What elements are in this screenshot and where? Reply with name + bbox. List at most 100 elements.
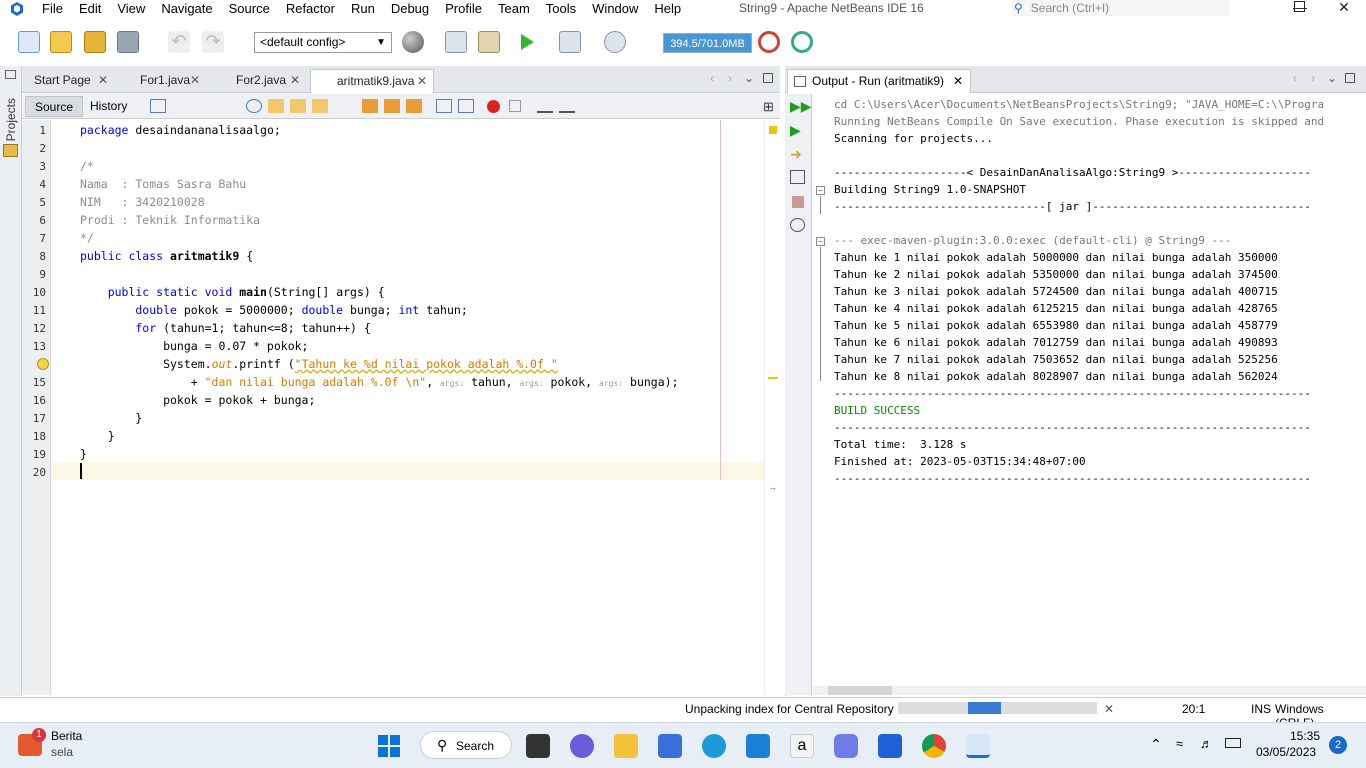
edge-icon[interactable] xyxy=(702,734,726,758)
memory-indicator[interactable]: 394.5/701.0MB xyxy=(663,33,752,53)
rerun-with-options-icon[interactable]: ▶ xyxy=(790,122,801,139)
close-icon[interactable]: ✕ xyxy=(190,69,200,91)
maximize-icon[interactable] xyxy=(1294,1,1305,12)
find-prev-icon[interactable] xyxy=(268,99,284,113)
restore-window-icon[interactable] xyxy=(5,70,16,79)
teams-chat-icon[interactable] xyxy=(570,734,594,758)
globe-icon[interactable] xyxy=(402,31,424,53)
amazon-icon[interactable]: a xyxy=(790,734,814,758)
shift-right-icon[interactable] xyxy=(458,99,474,113)
toggle-highlight-icon[interactable] xyxy=(312,99,328,113)
menu-source[interactable]: Source xyxy=(221,1,278,17)
notepad-icon[interactable] xyxy=(658,734,682,758)
profile-icon[interactable] xyxy=(604,31,626,53)
undo-icon[interactable]: ↶ xyxy=(168,31,190,53)
tab-output-run[interactable]: Output - Run (aritmatik9) ✕ xyxy=(787,69,972,93)
close-icon[interactable]: ✕ xyxy=(417,70,427,92)
stop-arrow-icon[interactable]: ➜ xyxy=(790,146,802,163)
history-button[interactable]: History xyxy=(81,96,136,117)
tab-scroll-left-icon[interactable]: ‹ xyxy=(710,71,714,85)
close-icon[interactable]: ✕ xyxy=(290,69,300,91)
debug-icon[interactable] xyxy=(559,31,581,53)
menu-profile[interactable]: Profile xyxy=(437,1,490,17)
stop-macro-icon[interactable] xyxy=(509,100,521,112)
file-explorer-icon[interactable] xyxy=(614,734,638,758)
new-project-icon[interactable] xyxy=(50,31,72,53)
next-bookmark-icon[interactable] xyxy=(384,99,400,113)
new-file-icon[interactable] xyxy=(18,31,40,53)
news-title[interactable]: Berita xyxy=(51,729,82,743)
dropbox-icon[interactable] xyxy=(878,734,902,758)
run-icon[interactable] xyxy=(516,31,538,53)
chrome-icon[interactable] xyxy=(922,734,946,758)
find-next-icon[interactable] xyxy=(290,99,306,113)
tab-aritmatik9[interactable]: aritmatik9.java ✕ xyxy=(310,69,434,93)
task-view-icon[interactable] xyxy=(526,734,550,758)
menu-navigate[interactable]: Navigate xyxy=(153,1,220,17)
wifi-icon[interactable]: ≈ xyxy=(1176,736,1183,751)
menu-file[interactable]: File xyxy=(34,1,71,17)
clean-build-icon[interactable] xyxy=(478,31,500,53)
stop-icon[interactable] xyxy=(792,196,804,208)
config-select[interactable]: <default config> ▼ xyxy=(254,32,392,53)
close-window-button[interactable]: ✕ xyxy=(1329,0,1359,14)
tab-for1[interactable]: For1.java ✕ xyxy=(114,69,206,93)
maximize-output-icon[interactable] xyxy=(1345,73,1355,83)
editor-error-stripe[interactable]: → xyxy=(764,120,780,695)
volume-icon[interactable]: ♬ xyxy=(1200,736,1213,751)
source-button[interactable]: Source xyxy=(25,96,84,117)
maximize-editor-icon[interactable] xyxy=(763,73,773,83)
menu-tools[interactable]: Tools xyxy=(538,1,584,17)
fold-toggle-icon[interactable]: − xyxy=(816,186,825,195)
find-icon[interactable] xyxy=(246,99,262,113)
record-macro-icon[interactable] xyxy=(487,100,500,113)
save-all-icon[interactable] xyxy=(117,31,139,53)
fold-toggle-icon[interactable]: − xyxy=(816,237,825,246)
tab-scroll-right-icon[interactable]: › xyxy=(1311,71,1315,85)
tab-list-icon[interactable]: ⌄ xyxy=(1327,71,1337,85)
tab-scroll-right-icon[interactable]: › xyxy=(728,71,732,85)
notification-badge[interactable]: 2 xyxy=(1329,736,1347,754)
close-icon[interactable]: ✕ xyxy=(98,69,108,91)
menu-view[interactable]: View xyxy=(109,1,153,17)
scrollbar-thumb[interactable] xyxy=(828,686,892,695)
comment-icon[interactable] xyxy=(537,99,553,113)
toggle-bookmark-icon[interactable] xyxy=(406,99,422,113)
netbeans-taskbar-icon[interactable] xyxy=(966,734,990,758)
gc-icon[interactable] xyxy=(758,31,780,53)
settings-icon[interactable] xyxy=(790,218,805,232)
rerun-icon[interactable]: ▶▶ xyxy=(790,98,812,115)
warning-marker-icon[interactable] xyxy=(769,126,777,134)
uncomment-icon[interactable] xyxy=(559,99,575,113)
inspect-icon[interactable] xyxy=(790,170,805,184)
prev-bookmark-icon[interactable] xyxy=(362,99,378,113)
menu-window[interactable]: Window xyxy=(584,1,646,17)
menu-team[interactable]: Team xyxy=(490,1,538,17)
build-hammer-icon[interactable] xyxy=(445,31,467,53)
tab-start-page[interactable]: Start Page ✕ xyxy=(22,69,114,93)
menu-refactor[interactable]: Refactor xyxy=(278,1,343,17)
projects-tab[interactable]: Projects xyxy=(4,98,18,141)
redo-icon[interactable]: ↷ xyxy=(202,31,224,53)
clock-time[interactable]: 15:35 xyxy=(1290,729,1320,743)
tab-list-icon[interactable]: ⌄ xyxy=(744,71,754,85)
projects-folder-icon[interactable] xyxy=(3,144,18,157)
cancel-task-icon[interactable]: ✕ xyxy=(1104,702,1114,716)
warning-line-marker[interactable] xyxy=(768,377,778,379)
shift-left-icon[interactable] xyxy=(436,99,452,113)
output-horizontal-scrollbar[interactable] xyxy=(813,686,1366,695)
search-input[interactable]: ⚲ Search (Ctrl+I) xyxy=(1012,0,1230,16)
clock-date[interactable]: 03/05/2023 xyxy=(1256,745,1316,759)
tab-scroll-left-icon[interactable]: ‹ xyxy=(1293,71,1297,85)
menu-run[interactable]: Run xyxy=(343,1,383,17)
last-edit-icon[interactable] xyxy=(150,99,166,113)
windows-start-icon[interactable] xyxy=(377,734,401,758)
menu-help[interactable]: Help xyxy=(646,1,689,17)
menu-edit[interactable]: Edit xyxy=(71,1,109,17)
taskbar-search[interactable]: ⚲ Search xyxy=(420,731,512,759)
gc-alt-icon[interactable] xyxy=(791,31,813,53)
hint-bulb-icon[interactable] xyxy=(37,358,49,370)
tab-for2[interactable]: For2.java ✕ xyxy=(208,69,306,93)
close-icon[interactable]: ✕ xyxy=(953,70,963,92)
battery-icon[interactable] xyxy=(1225,738,1241,748)
